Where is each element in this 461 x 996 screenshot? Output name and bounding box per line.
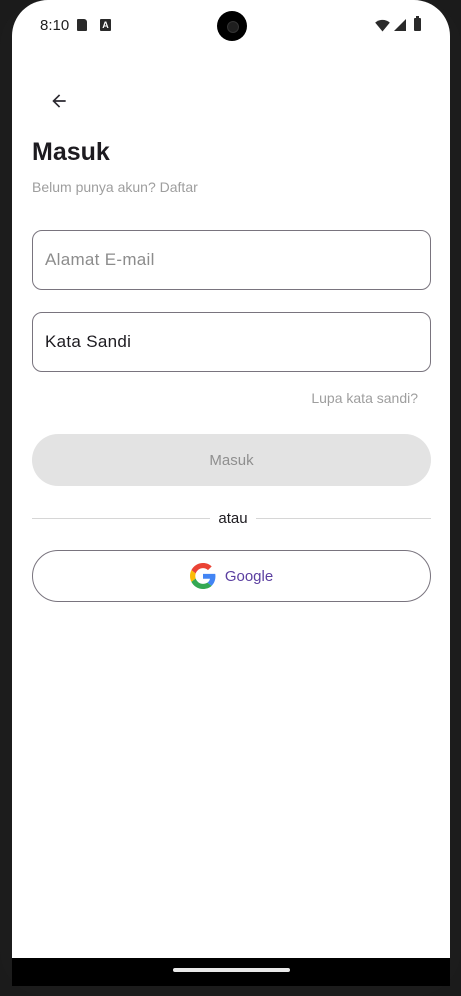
- wifi-icon: [375, 19, 390, 32]
- email-input[interactable]: [33, 231, 430, 289]
- forgot-password-link[interactable]: Lupa kata sandi?: [311, 390, 418, 406]
- google-signin-button[interactable]: Google: [32, 550, 431, 602]
- app-screen: 8:10 A Masuk Belum punya akun? Daftar Lu…: [12, 0, 450, 958]
- password-field[interactable]: [32, 312, 431, 372]
- register-prompt[interactable]: Belum punya akun? Daftar: [32, 179, 198, 195]
- sd-card-icon: [77, 19, 87, 31]
- google-button-label: Google: [224, 567, 274, 585]
- app-notification-icon: A: [100, 19, 111, 31]
- password-input[interactable]: [33, 313, 430, 371]
- battery-icon: [414, 16, 421, 31]
- back-button[interactable]: [44, 86, 74, 116]
- page-title: Masuk: [32, 138, 110, 166]
- arrow-back-icon: [52, 94, 66, 108]
- front-camera: [217, 11, 247, 41]
- divider-line-left: [32, 518, 210, 519]
- home-gesture-handle[interactable]: [173, 968, 290, 972]
- divider-label: atau: [218, 510, 248, 527]
- phone-frame: 8:10 A Masuk Belum punya akun? Daftar Lu…: [0, 0, 461, 996]
- status-time: 8:10: [40, 17, 70, 34]
- login-button[interactable]: Masuk: [32, 434, 431, 486]
- signal-icon: [394, 19, 406, 31]
- email-field[interactable]: [32, 230, 431, 290]
- system-nav-bar: [12, 958, 450, 986]
- google-logo-icon: [189, 563, 216, 589]
- divider-line-right: [256, 518, 431, 519]
